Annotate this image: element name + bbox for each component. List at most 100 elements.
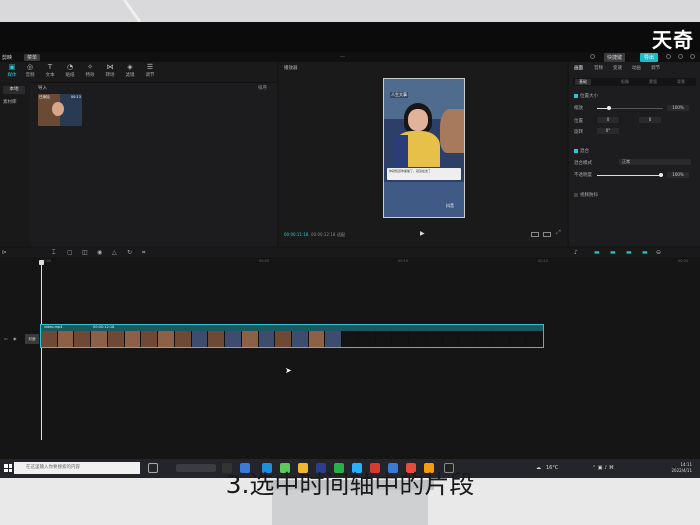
timeline-clip[interactable]: video.mp4 00:00:12:18 [40,324,544,348]
ruler-tick: 00:10 [398,259,409,263]
tab-adjust[interactable]: 调节 [651,65,660,71]
tool-transition[interactable]: ⋈ 转场 [100,63,120,81]
slider-knob[interactable] [659,173,663,177]
track-hide-icon[interactable]: ◉ [13,336,17,341]
wall-background [0,0,700,28]
crop-tool-icon[interactable]: ⌗ [142,249,145,257]
mirror-icon[interactable]: △ [112,249,117,256]
blend-mode-select[interactable]: 正常 [619,159,691,165]
minimize-icon[interactable] [666,54,671,59]
mic-icon[interactable]: ♪ [574,249,578,256]
video-preview[interactable]: 人生大事 你就知道你爸爸了，就没在这了 抖音 [383,78,465,218]
section-stabilize[interactable]: 视频防抖 [574,192,598,198]
properties-panel: 画面 音频 变速 动画 调节 基础 抠像 蒙版 背景 位置大小 缩放 100% … [569,62,700,246]
opacity-value[interactable]: 100% [667,172,689,178]
sort-button[interactable]: 排序 [258,85,267,91]
section-blend[interactable]: 混合 [574,148,589,154]
export-button[interactable]: 导出 [640,53,659,62]
tab-picture[interactable]: 画面 [574,65,583,71]
comment-line: 你就知道你爸爸了，就没在这了 [389,169,432,173]
total-time: 00:00:12:18 [311,232,336,237]
slider-knob[interactable] [607,106,611,110]
split-icon[interactable]: ⌶ [52,249,56,257]
play-icon[interactable]: ▶ [420,230,425,237]
tool-label: 转场 [105,73,115,78]
media-icon: ▣ [8,63,16,71]
track-lock-icon[interactable]: ▭ [4,336,8,341]
transition-icon: ⋈ [106,63,114,71]
tab-speed[interactable]: 变速 [613,65,622,71]
audio-icon: ◎ [26,63,34,71]
opacity-label: 不透明度 [574,173,592,178]
subtab-basic[interactable]: 基础 [575,79,591,85]
close-icon[interactable] [690,54,695,59]
scale-slider[interactable] [597,106,663,110]
media-sidebar: 本地 素材库 [0,82,30,246]
shortcut-button[interactable]: 快捷键 [604,53,626,62]
tool-filter[interactable]: ◈ 滤镜 [120,63,140,81]
settings-icon[interactable] [590,54,595,59]
linkage-icon[interactable]: ▬ [642,249,648,256]
timeline-toolbar: ⊳ ⌶ ▢ ◫ ◉ △ ↻ ⌗ ♪ ▬ ▬ ▬ ▬ ⊖ [0,248,700,259]
screen: 剪映 菜单 — 快捷键 导出 ▣ 媒体 ◎ 音频 T 文本 ◔ 贴纸 ✧ 特效 ⋈ 转场 ◈… [0,52,700,459]
reverse-icon[interactable]: ◉ [97,249,102,256]
rotate-label: 旋转 [574,130,583,135]
ruler-tick: 00:15 [538,259,549,263]
rotate-icon[interactable]: ↻ [127,249,132,256]
clip-duration: 00:00:12:18 [93,325,115,329]
menu-button[interactable]: 菜单 [24,54,41,61]
sidebar-item-local[interactable]: 本地 [3,86,25,94]
tab-audio[interactable]: 音频 [594,65,603,71]
tool-text[interactable]: T 文本 [40,63,60,81]
position-label: 位置 [574,119,583,124]
playhead[interactable] [39,260,44,440]
tool-label: 音频 [25,73,35,78]
tool-adjust[interactable]: ☰ 调节 [140,63,160,81]
section-position-size[interactable]: 位置大小 [574,93,598,99]
tool-label: 特效 [85,73,95,78]
video-person-face [408,109,428,131]
cover-button[interactable]: 封面 [25,334,39,344]
video-subtitle: 3.选中时间轴中的片段 [225,470,475,499]
ratio-dropdown[interactable]: 适配 [337,232,345,238]
link-icon[interactable]: ▬ [594,249,600,256]
delete-icon[interactable]: ▢ [67,249,73,256]
position-x-input[interactable]: 0 [597,117,619,123]
position-y-input[interactable]: 0 [639,117,661,123]
subtab-background[interactable]: 背景 [677,79,685,85]
snap-icon[interactable]: ▬ [610,249,616,256]
properties-subtabs: 基础 抠像 蒙版 背景 [573,78,696,86]
opacity-slider[interactable] [597,173,663,177]
select-icon[interactable]: ⊳ [2,249,7,256]
video-comment-box: 你就知道你爸爸了，就没在这了 [387,168,461,180]
section-title: 混合 [580,149,589,154]
tool-audio[interactable]: ◎ 音频 [20,63,40,81]
checkbox-icon [574,192,578,197]
tool-sticker[interactable]: ◔ 贴纸 [60,63,80,81]
tool-effects[interactable]: ✧ 特效 [80,63,100,81]
freeze-icon[interactable]: ◫ [82,249,88,256]
player-panel: 播放器 人生大事 你就知道你爸爸了，就没在这了 抖音 00:00:11:18 0… [279,62,567,246]
fullscreen-icon[interactable]: ⤢ [556,229,564,236]
tool-media[interactable]: ▣ 媒体 [2,63,22,81]
app-name: 剪映 [2,55,13,61]
sidebar-item-library[interactable]: 素材库 [3,99,17,105]
tab-animation[interactable]: 动画 [632,65,641,71]
maximize-icon[interactable] [678,54,683,59]
thumbnail-duration: 00:13 [70,95,81,99]
subtab-cutout[interactable]: 抠像 [621,79,629,85]
zoom-icon[interactable]: ⊖ [656,249,661,256]
preview-axis-icon[interactable]: ▬ [626,249,632,256]
rotate-input[interactable]: 0° [597,128,619,134]
media-thumbnail[interactable]: 已添加 00:13 [38,94,82,126]
time-ruler[interactable]: 00:00 00:05 00:10 00:15 00:20 [38,259,700,265]
media-toolbar: ▣ 媒体 ◎ 音频 T 文本 ◔ 贴纸 ✧ 特效 ⋈ 转场 ◈ 滤镜 ☰ 调节 [0,62,277,83]
crop-icon[interactable] [531,232,539,237]
tool-label: 文本 [45,73,55,78]
ratio-icon[interactable] [543,232,551,237]
scale-value[interactable]: 100% [667,105,689,111]
blend-mode-label: 混合模式 [574,161,592,166]
subtab-mask[interactable]: 蒙版 [649,79,657,85]
import-button[interactable]: 导入 [38,85,47,91]
ruler-tick: 00:05 [259,259,270,263]
